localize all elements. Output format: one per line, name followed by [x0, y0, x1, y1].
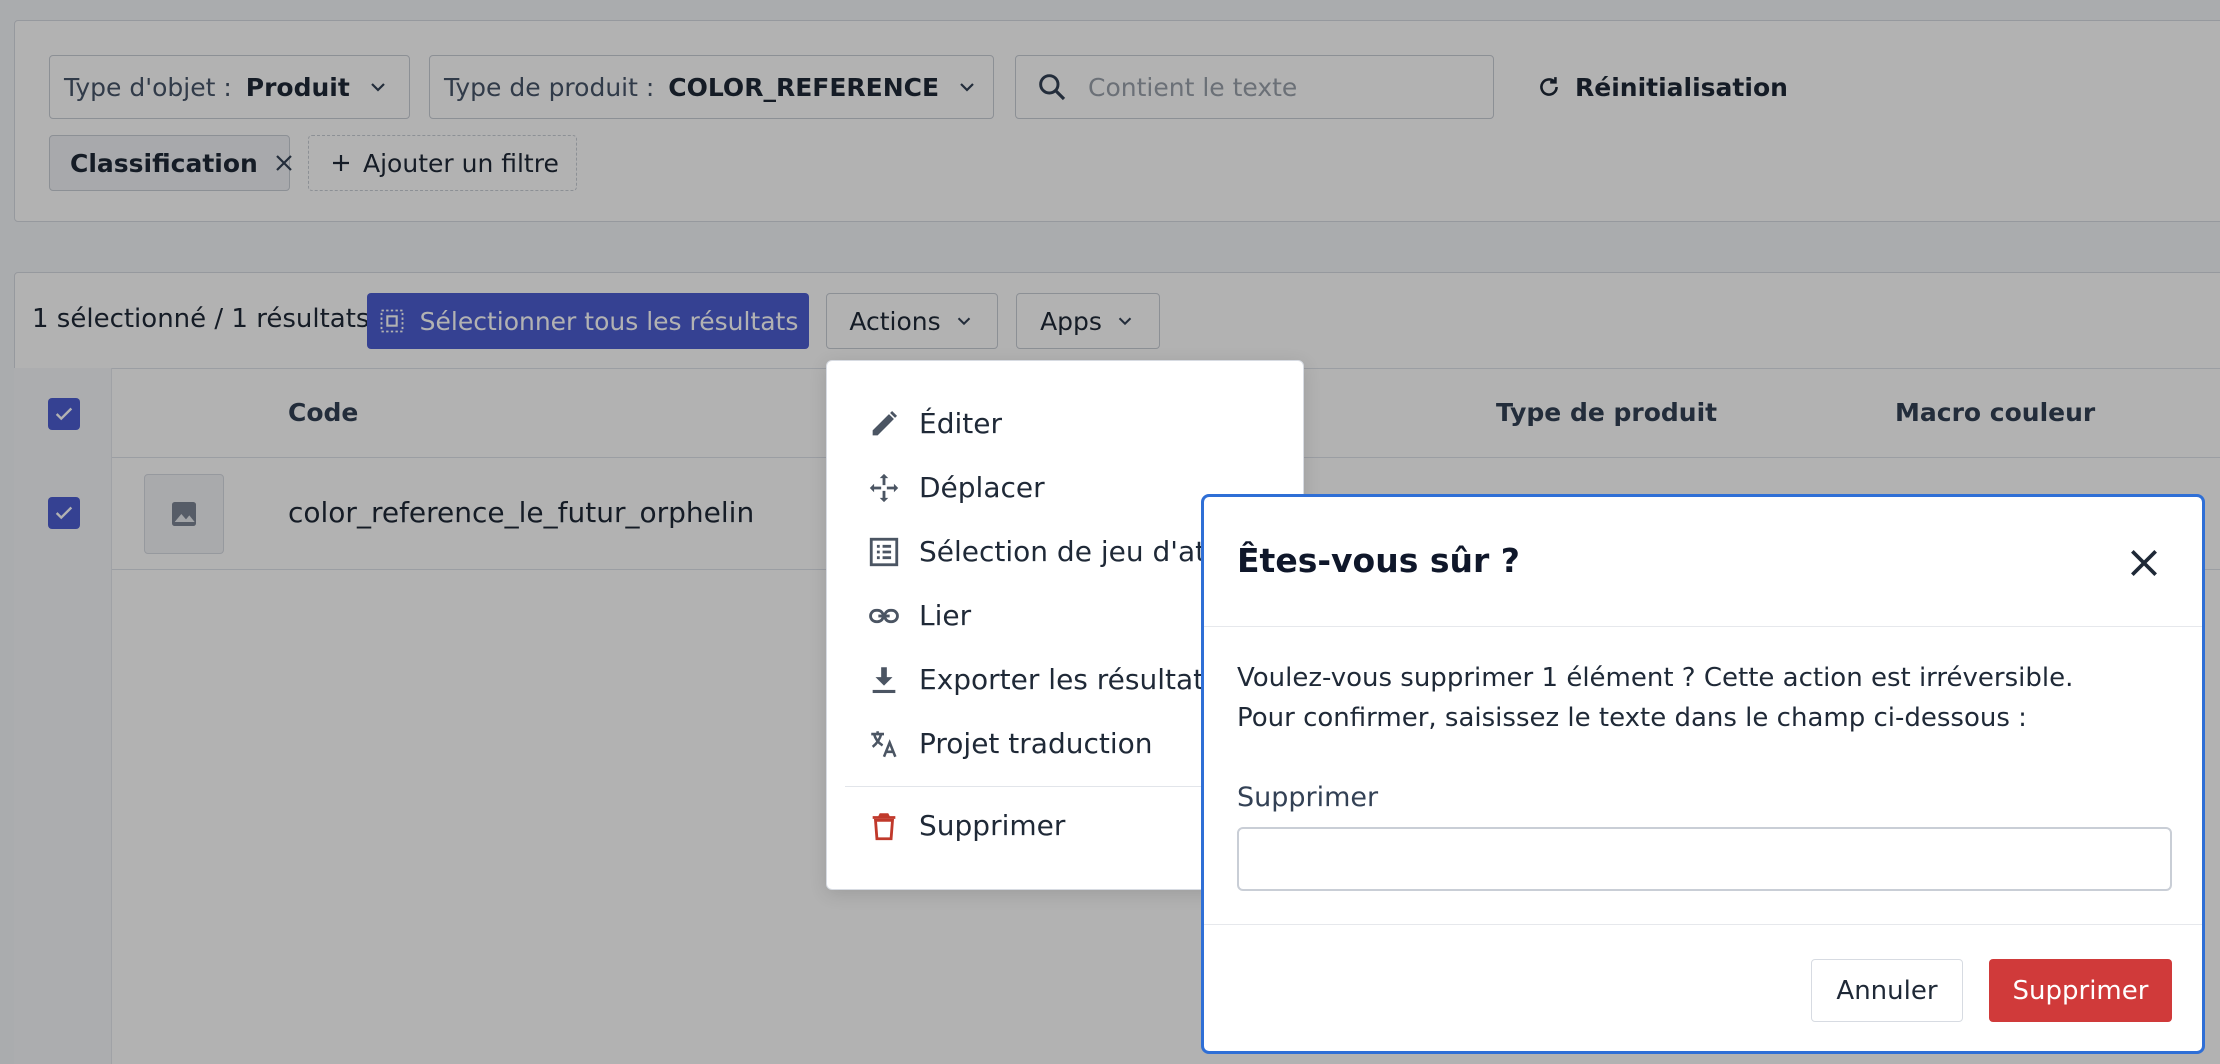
dialog-message-line-1: Voulez-vous supprimer 1 élément ? Cette …	[1237, 663, 2074, 693]
confirm-delete-button[interactable]: Supprimer	[1989, 959, 2172, 1022]
menu-item-translation-project-label: Projet traduction	[919, 726, 1153, 760]
trash-icon	[872, 813, 896, 841]
download-icon	[872, 667, 896, 694]
confirmation-field-label: Supprimer	[1237, 782, 1379, 813]
menu-item-edit-label: Éditer	[919, 406, 1002, 440]
menu-item-link-label: Lier	[919, 598, 972, 632]
menu-item-attribute-set-label: Sélection de jeu d'attr	[919, 534, 1229, 568]
list-icon	[869, 537, 899, 567]
menu-item-move-label: Déplacer	[919, 470, 1045, 504]
confirmation-text-input[interactable]	[1237, 827, 2172, 891]
dialog-footer-divider	[1204, 924, 2202, 925]
dialog-message-line-2: Pour confirmer, saisissez le texte dans …	[1237, 703, 2027, 733]
link-icon	[869, 608, 899, 624]
dialog-header-divider	[1204, 626, 2202, 627]
pencil-icon	[872, 410, 898, 436]
dialog-title: Êtes-vous sûr ?	[1237, 541, 1520, 580]
confirm-delete-button-label: Supprimer	[2012, 975, 2149, 1006]
menu-item-delete-label: Supprimer	[919, 808, 1066, 842]
translate-icon	[871, 731, 897, 758]
menu-item-export-results-label: Exporter les résultats	[919, 662, 1219, 696]
cancel-button[interactable]: Annuler	[1811, 959, 1963, 1022]
cancel-button-label: Annuler	[1836, 975, 1938, 1006]
menu-item-edit[interactable]: Éditer	[827, 391, 1303, 455]
move-icon	[869, 473, 899, 503]
close-icon[interactable]	[2124, 543, 2164, 583]
delete-confirmation-dialog: Êtes-vous sûr ? Voulez-vous supprimer 1 …	[1201, 494, 2205, 1054]
